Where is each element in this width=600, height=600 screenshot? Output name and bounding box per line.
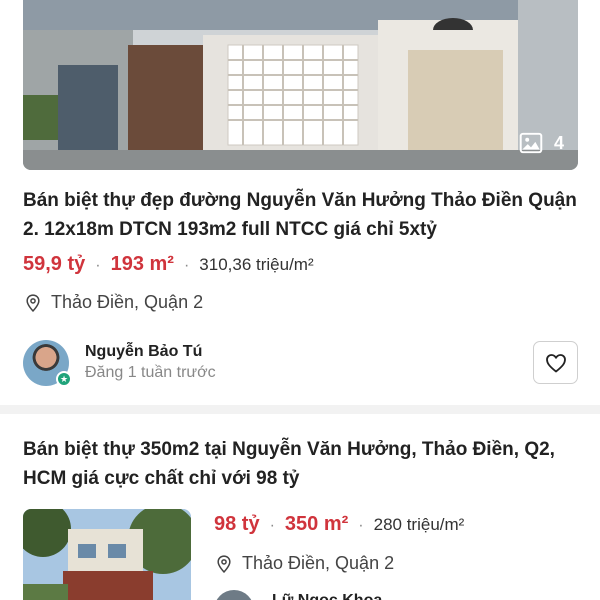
price-per-m2: 280 triệu/m² [373,515,465,534]
location-pin-icon [26,293,40,312]
seller-name[interactable]: Lữ Ngọc Khoa [272,592,382,600]
verified-badge-icon: ★ [56,371,72,387]
listing-title-2[interactable]: Bán biệt thự 350m2 tại Nguyễn Văn Hưởng,… [23,435,578,493]
location-text: Thảo Điền, Quận 2 [242,553,395,573]
listing-price: 98 tỷ [214,513,260,535]
price-per-m2: 310,36 triệu/m² [199,255,314,274]
avatar[interactable]: ★ [23,340,72,387]
house-facade-image [23,0,578,170]
card-divider [0,405,600,414]
price-row-1: 59,9 tỷ · 193 m² · 310,36 triệu/m² [23,253,314,276]
listing-location-2: Thảo Điền, Quận 2 [214,553,394,574]
listing-photo-2[interactable] [23,509,191,600]
save-favorite-button[interactable] [533,341,578,384]
listing-area: 193 m² [110,253,174,275]
separator-dot: · [183,257,190,274]
listing-price: 59,9 tỷ [23,253,86,275]
avatar[interactable] [214,590,254,600]
separator-dot: · [95,257,101,274]
listing-title-1[interactable]: Bán biệt thự đẹp đường Nguyễn Văn Hưởng … [23,186,578,244]
location-text: Thảo Điền, Quận 2 [51,292,204,312]
villa-image [23,509,191,600]
listing-location-1: Thảo Điền, Quận 2 [23,292,203,313]
photo-count-value: 4 [553,132,564,153]
seller-info[interactable]: ★ Nguyễn Bảo Tú Đăng 1 tuần trước [23,340,216,387]
heart-icon [545,353,566,372]
price-row-2: 98 tỷ · 350 m² · 280 triệu/m² [214,513,464,536]
listing-photo-1[interactable]: 4 [23,0,578,170]
image-icon [519,132,543,154]
location-pin-icon [217,554,231,573]
seller-name[interactable]: Nguyễn Bảo Tú [85,342,216,362]
separator-dot: · [269,517,275,534]
photo-count: 4 [518,130,564,156]
listing-area: 350 m² [284,513,349,535]
listing-card-1[interactable]: 4 Bán biệt thự đẹp đường Nguyễn Văn Hưởn… [0,0,600,405]
separator-dot: · [358,517,364,534]
posted-time: Đăng 1 tuần trước [85,364,216,381]
